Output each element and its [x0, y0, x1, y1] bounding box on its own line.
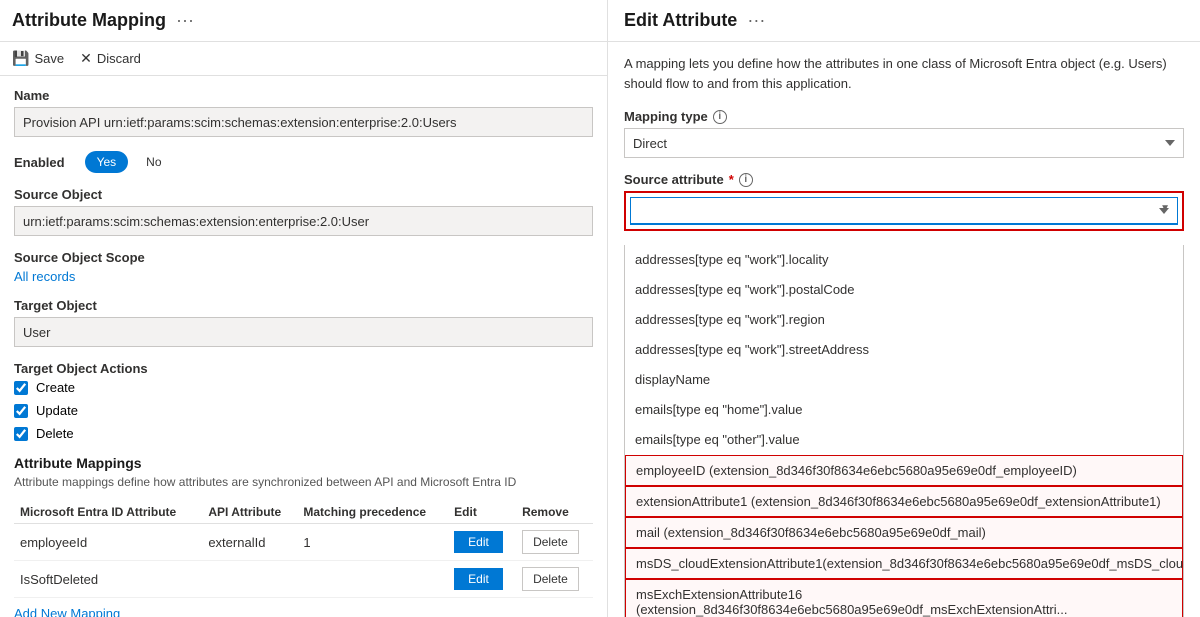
save-button[interactable]: 💾 Save — [12, 50, 64, 67]
target-object-actions-group: Target Object Actions Create Update Dele… — [14, 361, 593, 441]
delete-checkbox[interactable] — [14, 427, 28, 441]
update-checkbox-group: Update — [14, 403, 593, 418]
right-content: A mapping lets you define how the attrib… — [608, 42, 1200, 617]
edit-attribute-description: A mapping lets you define how the attrib… — [624, 54, 1184, 93]
mapping-type-select[interactable]: DirectConstantExpression — [624, 128, 1184, 158]
entra-attr-cell: employeeId — [14, 524, 202, 561]
attribute-mappings-desc: Attribute mappings define how attributes… — [14, 475, 593, 489]
col-api-attr: API Attribute — [202, 501, 297, 524]
add-new-mapping-link[interactable]: Add New Mapping — [14, 598, 120, 617]
list-item[interactable]: mail (extension_8d346f30f8634e6ebc5680a9… — [625, 517, 1183, 548]
source-object-label: Source Object — [14, 187, 593, 202]
edit-cell: Edit — [448, 561, 516, 598]
list-item[interactable]: addresses[type eq "work"].region — [625, 305, 1183, 335]
create-label: Create — [36, 380, 75, 395]
list-item[interactable]: msExchExtensionAttribute16 (extension_8d… — [625, 579, 1183, 617]
discard-icon: ✕ — [80, 50, 92, 67]
source-object-field-group: Source Object — [14, 187, 593, 236]
api-attr-cell — [202, 561, 297, 598]
col-remove: Remove — [516, 501, 593, 524]
enabled-label: Enabled — [14, 155, 65, 170]
toggle-yes-button[interactable]: Yes — [85, 151, 129, 173]
update-checkbox[interactable] — [14, 404, 28, 418]
source-attr-info-icon[interactable]: i — [739, 173, 753, 187]
right-panel-header: Edit Attribute ··· — [608, 0, 1200, 42]
source-attribute-container: ▼ — [624, 191, 1184, 231]
left-header-dots[interactable]: ··· — [176, 10, 194, 31]
table-row: employeeId externalId 1 Edit Delete — [14, 524, 593, 561]
discard-button[interactable]: ✕ Discard — [80, 50, 141, 67]
right-panel: Edit Attribute ··· A mapping lets you de… — [608, 0, 1200, 617]
list-item[interactable]: addresses[type eq "work"].streetAddress — [625, 335, 1183, 365]
delete-row-button[interactable]: Delete — [522, 530, 579, 554]
discard-label: Discard — [97, 51, 141, 66]
edit-row-button[interactable]: Edit — [454, 568, 503, 590]
left-panel: Attribute Mapping ··· 💾 Save ✕ Discard N… — [0, 0, 608, 617]
enabled-toggle-group: Enabled Yes No — [14, 151, 593, 173]
right-header-dots[interactable]: ··· — [747, 10, 765, 31]
left-form-content: Name Enabled Yes No Source Object Source… — [0, 76, 607, 617]
create-checkbox-group: Create — [14, 380, 593, 395]
list-item[interactable]: displayName — [625, 365, 1183, 395]
name-field-group: Name — [14, 88, 593, 137]
target-object-field-group: Target Object — [14, 298, 593, 347]
table-row: IsSoftDeleted Edit Delete — [14, 561, 593, 598]
name-label: Name — [14, 88, 593, 103]
list-item[interactable]: msDS_cloudExtensionAttribute1(extension_… — [625, 548, 1183, 579]
source-attribute-label: Source attribute * i — [624, 172, 1184, 187]
api-attr-cell: externalId — [202, 524, 297, 561]
matching-cell: 1 — [297, 524, 448, 561]
edit-attribute-title: Edit Attribute — [624, 10, 737, 31]
toggle-no-button[interactable]: No — [138, 151, 169, 173]
list-item[interactable]: extensionAttribute1 (extension_8d346f30f… — [625, 486, 1183, 517]
col-matching: Matching precedence — [297, 501, 448, 524]
edit-cell: Edit — [448, 524, 516, 561]
list-item[interactable]: emails[type eq "other"].value — [625, 425, 1183, 455]
col-entra-attr: Microsoft Entra ID Attribute — [14, 501, 202, 524]
target-object-actions-label: Target Object Actions — [14, 361, 593, 376]
list-item[interactable]: addresses[type eq "work"].locality — [625, 245, 1183, 275]
list-item[interactable]: emails[type eq "home"].value — [625, 395, 1183, 425]
left-panel-header: Attribute Mapping ··· — [0, 0, 607, 42]
save-label: Save — [34, 51, 64, 66]
source-attribute-input[interactable] — [630, 197, 1178, 225]
name-input[interactable] — [14, 107, 593, 137]
delete-row-button[interactable]: Delete — [522, 567, 579, 591]
delete-label: Delete — [36, 426, 74, 441]
mapping-type-label: Mapping type i — [624, 109, 1184, 124]
required-star: * — [729, 172, 734, 187]
col-edit: Edit — [448, 501, 516, 524]
mapping-type-row: Mapping type i DirectConstantExpression — [624, 109, 1184, 158]
entra-attr-cell: IsSoftDeleted — [14, 561, 202, 598]
toolbar: 💾 Save ✕ Discard — [0, 42, 607, 76]
list-item[interactable]: addresses[type eq "work"].postalCode — [625, 275, 1183, 305]
source-attribute-dropdown: addresses[type eq "work"].localityaddres… — [624, 245, 1184, 617]
mappings-table: Microsoft Entra ID Attribute API Attribu… — [14, 501, 593, 598]
mapping-type-info-icon[interactable]: i — [713, 110, 727, 124]
source-attribute-row: Source attribute * i ▼ — [624, 172, 1184, 231]
attribute-mapping-title: Attribute Mapping — [12, 10, 166, 31]
remove-cell: Delete — [516, 524, 593, 561]
attribute-mappings-title: Attribute Mappings — [14, 455, 593, 471]
target-object-label: Target Object — [14, 298, 593, 313]
update-label: Update — [36, 403, 78, 418]
all-records-link[interactable]: All records — [14, 269, 75, 284]
source-object-input[interactable] — [14, 206, 593, 236]
save-icon: 💾 — [12, 50, 29, 67]
remove-cell: Delete — [516, 561, 593, 598]
delete-checkbox-group: Delete — [14, 426, 593, 441]
source-object-scope-label: Source Object Scope — [14, 250, 593, 265]
create-checkbox[interactable] — [14, 381, 28, 395]
target-object-input[interactable] — [14, 317, 593, 347]
matching-cell — [297, 561, 448, 598]
attribute-mappings-section: Attribute Mappings Attribute mappings de… — [14, 455, 593, 617]
list-item[interactable]: employeeID (extension_8d346f30f8634e6ebc… — [625, 455, 1183, 486]
source-object-scope-group: Source Object Scope All records — [14, 250, 593, 284]
edit-row-button[interactable]: Edit — [454, 531, 503, 553]
